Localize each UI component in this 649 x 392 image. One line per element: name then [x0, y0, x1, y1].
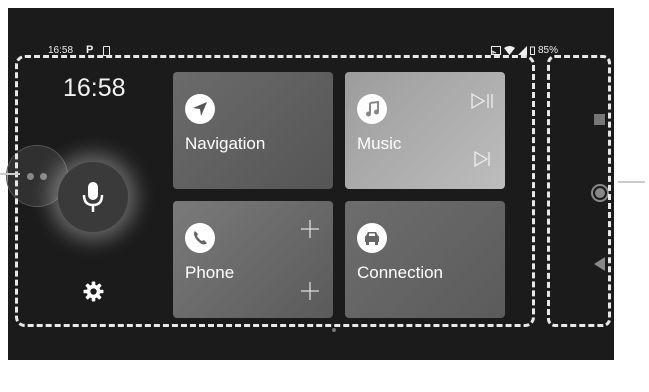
cast-icon: [490, 46, 501, 55]
navigation-rail-outline: [547, 55, 611, 327]
wifi-icon: [503, 46, 515, 55]
page-indicator: [332, 328, 336, 332]
battery-icon: [529, 46, 535, 55]
cell-signal-icon: [517, 46, 527, 55]
right-connector-line: [618, 181, 645, 183]
launcher-region-outline: [15, 55, 535, 327]
left-connector-line: [0, 173, 20, 175]
